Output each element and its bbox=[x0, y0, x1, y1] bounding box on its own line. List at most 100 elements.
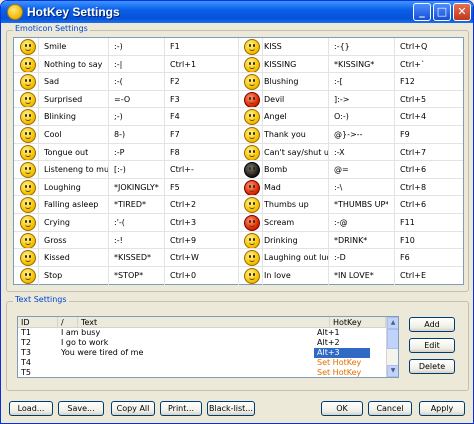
emoticon-hotkey[interactable]: Ctrl+` bbox=[400, 57, 460, 73]
emoticon-hotkey[interactable]: Ctrl+Q bbox=[400, 39, 460, 55]
in-love-icon bbox=[244, 268, 260, 284]
emoticon-name: Bomb bbox=[264, 165, 288, 174]
grid-line bbox=[14, 55, 463, 56]
add-button[interactable]: Add bbox=[409, 317, 455, 332]
emoticon-code: @= bbox=[334, 165, 349, 174]
column-header-id[interactable]: ID bbox=[18, 317, 58, 328]
emoticon-hotkey[interactable]: F9 bbox=[400, 127, 460, 143]
emoticon-hotkey[interactable]: F12 bbox=[400, 74, 460, 90]
delete-button[interactable]: Delete bbox=[409, 359, 455, 374]
edit-button[interactable]: Edit bbox=[409, 338, 455, 353]
emoticon-row[interactable]: Laughing out luod:-D F6 bbox=[14, 250, 463, 266]
emoticon-code: *DRINK* bbox=[334, 236, 368, 245]
devil-icon bbox=[244, 92, 260, 108]
text-message: I am busy bbox=[61, 328, 101, 337]
emoticon-name: In love bbox=[264, 271, 291, 280]
angel-icon bbox=[244, 109, 260, 125]
text-id: T3 bbox=[21, 348, 31, 357]
print-button[interactable]: Print... bbox=[160, 401, 202, 416]
emoticon-hotkey[interactable]: Ctrl+6 bbox=[400, 197, 460, 213]
text-settings-label: Text Settings bbox=[13, 295, 69, 304]
emoticon-hotkey[interactable]: Ctrl+8 bbox=[400, 180, 460, 196]
grid-line bbox=[14, 178, 463, 179]
text-table-scrollbar[interactable]: ▲ ▼ bbox=[386, 317, 398, 377]
emoticon-name: Devil bbox=[264, 95, 285, 104]
emoticon-hotkey[interactable]: Ctrl+4 bbox=[400, 109, 460, 125]
apply-button[interactable]: Apply bbox=[419, 401, 465, 416]
emoticon-row[interactable]: Mad:-\ Ctrl+8 bbox=[14, 180, 463, 196]
shut-up-icon bbox=[244, 145, 260, 161]
kiss-icon bbox=[244, 39, 260, 55]
text-id: T1 bbox=[21, 328, 31, 337]
emoticon-hotkey[interactable]: F11 bbox=[400, 215, 460, 231]
ok-button[interactable]: OK bbox=[321, 401, 363, 416]
scroll-thumb[interactable] bbox=[387, 329, 398, 349]
text-hotkey[interactable]: Alt+2 bbox=[314, 338, 370, 348]
text-id: T2 bbox=[21, 338, 31, 347]
column-header-sort[interactable]: / bbox=[58, 317, 78, 328]
hotkey-settings-window: HotKey Settings _ □ ✕ Emoticon Settings … bbox=[0, 0, 474, 424]
scroll-up-icon[interactable]: ▲ bbox=[387, 317, 398, 329]
cancel-button[interactable]: Cancel bbox=[368, 401, 412, 416]
text-row[interactable]: T3 You were tired of me Alt+3 bbox=[18, 348, 386, 358]
text-id: T4 bbox=[21, 358, 31, 367]
bomb-icon bbox=[244, 162, 260, 178]
emoticon-code: ]:-> bbox=[334, 95, 350, 104]
close-button[interactable]: ✕ bbox=[453, 3, 471, 21]
drinking-icon bbox=[244, 233, 260, 249]
emoticon-code: :-[ bbox=[334, 77, 343, 86]
text-row[interactable]: T4 Set HotKey bbox=[18, 358, 386, 368]
maximize-button[interactable]: □ bbox=[433, 3, 451, 21]
emoticon-row[interactable]: Angel O:-) Ctrl+4 bbox=[14, 109, 463, 125]
column-header-text[interactable]: Text bbox=[78, 317, 330, 328]
emoticon-hotkey[interactable]: Ctrl+7 bbox=[400, 145, 460, 161]
text-hotkey[interactable]: Alt+1 bbox=[314, 328, 370, 338]
emoticon-row[interactable]: Thumbs up *THUMBS UP* Ctrl+6 bbox=[14, 197, 463, 213]
emoticon-row[interactable]: KISS:-{} Ctrl+Q bbox=[14, 39, 463, 55]
emoticon-row[interactable]: In love *IN LOVE* Ctrl+E bbox=[14, 268, 463, 284]
emoticon-hotkey[interactable]: Ctrl+6 bbox=[400, 162, 460, 178]
window-title: HotKey Settings bbox=[27, 5, 120, 19]
blacklist-button[interactable]: Black-list... bbox=[207, 401, 255, 416]
emoticon-name: Can't say/shut up bbox=[264, 148, 328, 157]
emoticon-hotkey[interactable]: F10 bbox=[400, 233, 460, 249]
emoticon-row[interactable]: KISSING *KISSING* Ctrl+` bbox=[14, 57, 463, 73]
minimize-button[interactable]: _ bbox=[413, 3, 431, 21]
emoticon-row[interactable]: Scream :-@ F11 bbox=[14, 215, 463, 231]
emoticon-code: *IN LOVE* bbox=[334, 271, 374, 280]
grid-line bbox=[14, 248, 463, 249]
load-button[interactable]: Load... bbox=[9, 401, 53, 416]
emoticon-row[interactable]: Thank you @}->-- F9 bbox=[14, 127, 463, 143]
emoticon-row[interactable]: Can't say/shut up:-X Ctrl+7 bbox=[14, 145, 463, 161]
grid-line bbox=[14, 143, 463, 144]
emoticon-code: :-\ bbox=[334, 183, 343, 192]
emoticon-code: :-@ bbox=[334, 218, 348, 227]
text-row[interactable]: T5 Set HotKey bbox=[18, 368, 386, 377]
emoticon-hotkey[interactable]: F6 bbox=[400, 250, 460, 266]
text-hotkey[interactable]: Set HotKey bbox=[314, 368, 370, 377]
text-row[interactable]: T2 I go to work Alt+2 bbox=[18, 338, 386, 348]
emoticon-code: *THUMBS UP* bbox=[334, 200, 388, 209]
text-message: I go to work bbox=[61, 338, 109, 347]
scroll-down-icon[interactable]: ▼ bbox=[387, 365, 398, 377]
text-row[interactable]: T1 I am busy Alt+1 bbox=[18, 328, 386, 338]
text-hotkey[interactable]: Set HotKey bbox=[314, 358, 370, 368]
emoticon-hotkey[interactable]: Ctrl+5 bbox=[400, 92, 460, 108]
grid-line bbox=[14, 160, 463, 161]
grid-line bbox=[14, 213, 463, 214]
emoticon-row[interactable]: Bomb @= Ctrl+6 bbox=[14, 162, 463, 178]
column-header-hotkey[interactable]: HotKey bbox=[330, 317, 386, 328]
emoticon-row[interactable]: Drinking *DRINK* F10 bbox=[14, 233, 463, 249]
title-bar[interactable]: HotKey Settings _ □ ✕ bbox=[1, 1, 473, 23]
save-button[interactable]: Save... bbox=[58, 401, 104, 416]
copy-all-button[interactable]: Copy All bbox=[111, 401, 155, 416]
emoticon-row[interactable]: Devil ]:-> Ctrl+5 bbox=[14, 92, 463, 108]
text-hotkey[interactable]: Alt+3 bbox=[314, 348, 370, 358]
emoticon-hotkey[interactable]: Ctrl+E bbox=[400, 268, 460, 284]
grid-line bbox=[14, 90, 463, 91]
emoticon-name: Blushing bbox=[264, 77, 299, 86]
grid-line bbox=[14, 231, 463, 232]
emoticon-name: Scream bbox=[264, 218, 295, 227]
emoticon-code: *KISSING* bbox=[334, 60, 375, 69]
emoticon-row[interactable]: Blushing :-[ F12 bbox=[14, 74, 463, 90]
